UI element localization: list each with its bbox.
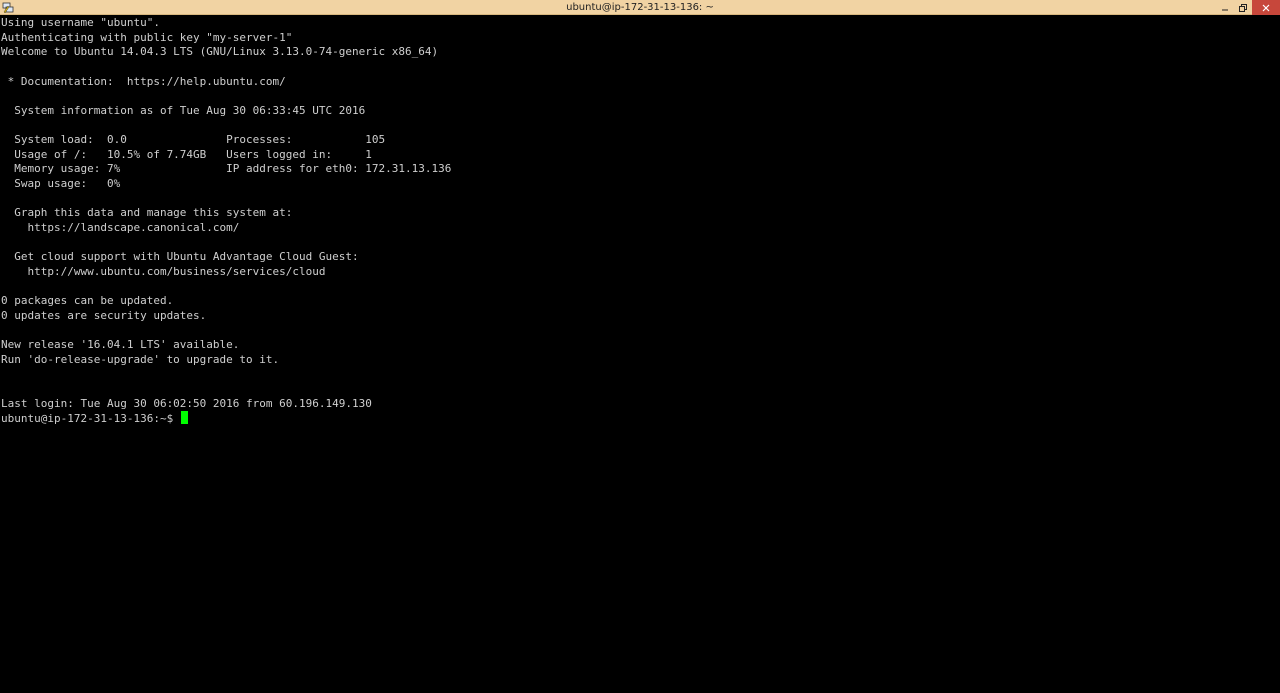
prompt-line[interactable]: ubuntu@ip-172-31-13-136:~$ bbox=[1, 411, 1268, 426]
terminal-line: Swap usage: 0% bbox=[1, 177, 121, 191]
text-cursor bbox=[180, 411, 188, 425]
terminal-line: Authenticating with public key "my-serve… bbox=[1, 30, 293, 44]
terminal-line: Get cloud support with Ubuntu Advantage … bbox=[1, 250, 359, 264]
putty-window: ubuntu@ip-172-31-13-136: ~ Using usernam… bbox=[0, 0, 1280, 693]
terminal-line: System information as of Tue Aug 30 06:3… bbox=[1, 103, 366, 117]
shell-prompt: ubuntu@ip-172-31-13-136:~$ bbox=[1, 412, 180, 426]
minimize-icon bbox=[1222, 9, 1228, 10]
close-button[interactable] bbox=[1252, 0, 1280, 15]
terminal-output: Using username "ubuntu". Authenticating w… bbox=[0, 16, 1268, 426]
restore-button[interactable] bbox=[1234, 0, 1252, 15]
terminal-line: Usage of /: 10.5% of 7.74GB Users logged… bbox=[1, 147, 372, 161]
terminal-line: Last login: Tue Aug 30 06:02:50 2016 fro… bbox=[1, 396, 372, 410]
window-title: ubuntu@ip-172-31-13-136: ~ bbox=[566, 2, 714, 13]
terminal-line: https://landscape.canonical.com/ bbox=[1, 220, 240, 234]
terminal-area[interactable]: Using username "ubuntu". Authenticating w… bbox=[0, 16, 1268, 693]
terminal-line: Run 'do-release-upgrade' to upgrade to i… bbox=[1, 352, 280, 366]
minimize-button[interactable] bbox=[1216, 0, 1234, 15]
terminal-line: Using username "ubuntu". bbox=[1, 16, 160, 29]
terminal-line: 0 packages can be updated. bbox=[1, 294, 174, 308]
terminal-line: 0 updates are security updates. bbox=[1, 308, 207, 322]
terminal-scrollbar[interactable] bbox=[1268, 16, 1280, 693]
terminal-line: System load: 0.0 Processes: 105 bbox=[1, 133, 386, 147]
title-bar[interactable]: ubuntu@ip-172-31-13-136: ~ bbox=[0, 0, 1280, 15]
terminal-line: Memory usage: 7% IP address for eth0: 17… bbox=[1, 162, 452, 176]
terminal-line: New release '16.04.1 LTS' available. bbox=[1, 338, 240, 352]
terminal-line: Welcome to Ubuntu 14.04.3 LTS (GNU/Linux… bbox=[1, 45, 439, 59]
terminal-line: http://www.ubuntu.com/business/services/… bbox=[1, 264, 326, 278]
terminal-line: Graph this data and manage this system a… bbox=[1, 206, 293, 220]
window-controls bbox=[1216, 0, 1280, 15]
terminal-line: * Documentation: https://help.ubuntu.com… bbox=[1, 74, 286, 88]
restore-icon bbox=[1239, 3, 1247, 12]
close-icon bbox=[1262, 4, 1270, 11]
